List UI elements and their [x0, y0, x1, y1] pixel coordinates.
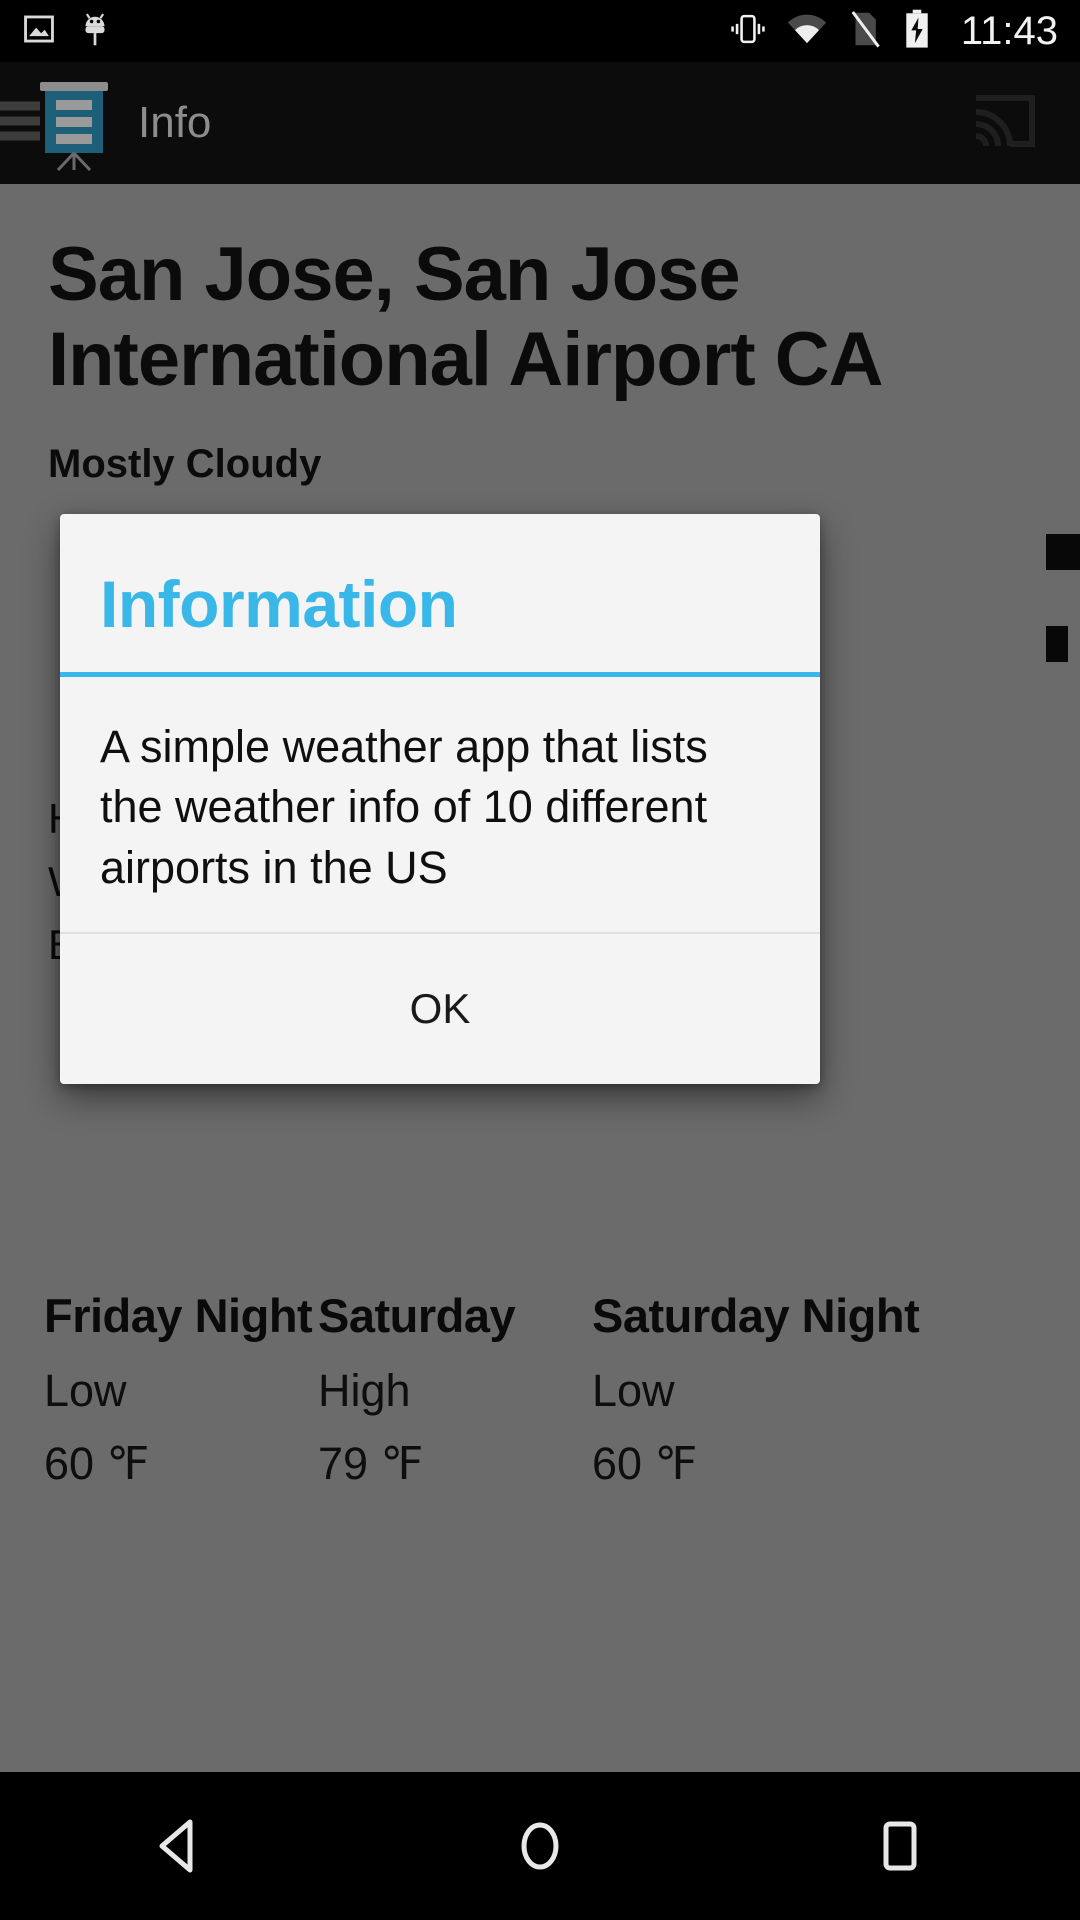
- ok-button[interactable]: OK: [350, 967, 531, 1051]
- presentation-board-icon: [36, 80, 112, 172]
- dialog-actions: OK: [60, 934, 820, 1084]
- no-sim-icon: [849, 10, 881, 53]
- dialog-title: Information: [100, 567, 458, 641]
- dialog-header: Information: [60, 514, 820, 672]
- status-bar-right-icons: 11:43: [731, 9, 1080, 54]
- screenshot-icon: [22, 12, 56, 51]
- vibrate-icon: [731, 11, 765, 52]
- recents-icon[interactable]: [810, 1772, 990, 1920]
- dialog-message: A simple weather app that lists the weat…: [100, 721, 708, 893]
- cast-icon[interactable]: [968, 90, 1040, 157]
- wifi-icon: [787, 12, 827, 51]
- android-screen: 11:43 Info Information A simple weather …: [0, 0, 1080, 1920]
- navigation-bar: [0, 1772, 1080, 1920]
- app-bar: Info: [0, 62, 1080, 184]
- home-icon[interactable]: [450, 1772, 630, 1920]
- status-bar-left-icons: [0, 10, 112, 53]
- battery-charging-icon: [903, 9, 931, 54]
- information-dialog: Information A simple weather app that li…: [60, 514, 820, 1084]
- status-bar-clock: 11:43: [960, 8, 1058, 53]
- status-bar: 11:43: [0, 0, 1080, 62]
- android-debug-icon: [78, 10, 112, 53]
- app-bar-title: Info: [138, 98, 212, 147]
- back-icon[interactable]: [90, 1772, 270, 1920]
